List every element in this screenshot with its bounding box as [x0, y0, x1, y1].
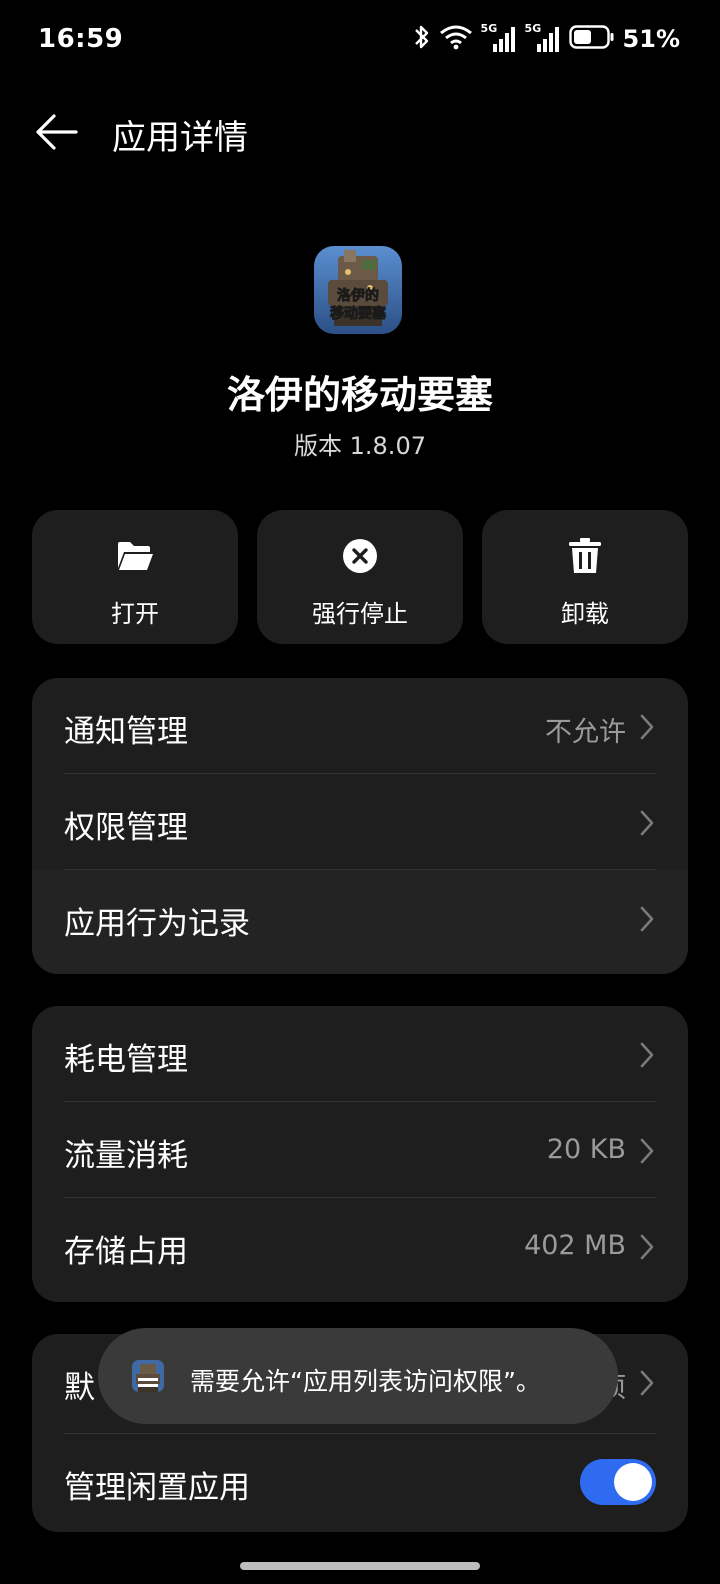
uninstall-button-label: 卸载 [561, 600, 609, 628]
action-buttons: 打开 强行停止 卸载 [32, 510, 688, 644]
home-indicator[interactable] [240, 1562, 480, 1570]
open-button-label: 打开 [111, 600, 159, 628]
row-label: 管理闲置应用 [64, 1470, 250, 1506]
app-bar: 应用详情 [0, 92, 720, 172]
toggle-knob [614, 1463, 652, 1501]
chevron-right-icon [640, 810, 654, 836]
wifi-icon [439, 24, 473, 54]
row-label: 存储占用 [64, 1234, 188, 1270]
settings-group-permissions: 通知管理 不允许 权限管理 应用行为记录 [32, 678, 688, 974]
close-circle-icon [340, 536, 380, 576]
storage-usage-row[interactable]: 存储占用 402 MB [32, 1198, 688, 1302]
row-value: 20 KB [546, 1134, 626, 1165]
app-name: 洛伊的移动要塞 [226, 373, 493, 417]
manage-idle-apps-toggle[interactable] [580, 1459, 656, 1505]
chevron-right-icon [640, 1138, 654, 1164]
row-label: 默 [64, 1370, 95, 1406]
status-icons: 5G 5G 51% [413, 22, 680, 56]
chevron-right-icon [640, 1370, 654, 1396]
bluetooth-icon [413, 23, 431, 55]
arrow-left-icon [36, 114, 78, 150]
chevron-right-icon [640, 1234, 654, 1260]
toast-text: 需要允许“应用列表访问权限”。 [190, 1367, 541, 1396]
app-behavior-record-row[interactable]: 应用行为记录 [32, 870, 688, 974]
app-version: 版本 1.8.07 [294, 432, 426, 460]
notification-management-row[interactable]: 通知管理 不允许 [32, 678, 688, 774]
data-usage-row[interactable]: 流量消耗 20 KB [32, 1102, 688, 1198]
status-bar: 16:59 5G 5G 51% [0, 0, 720, 80]
row-label: 通知管理 [64, 714, 188, 750]
manage-idle-apps-row: 管理闲置应用 [32, 1434, 688, 1532]
row-label: 应用行为记录 [64, 906, 250, 942]
back-button[interactable] [28, 104, 84, 160]
row-label: 流量消耗 [64, 1138, 188, 1174]
battery-percent: 51% [622, 25, 680, 53]
row-label: 耗电管理 [64, 1042, 188, 1078]
cellular-signal-icon: 5G [481, 22, 517, 54]
battery-icon [568, 24, 615, 54]
page-title: 应用详情 [112, 118, 248, 158]
chevron-right-icon [640, 906, 654, 932]
app-icon-title-line2: 移动要塞 [330, 305, 387, 322]
row-value: 402 MB [524, 1230, 626, 1261]
trash-icon [565, 536, 605, 576]
toast-message: 需要允许“应用列表访问权限”。 [98, 1328, 618, 1424]
open-button[interactable]: 打开 [32, 510, 238, 644]
row-value: 不允许 [545, 717, 626, 748]
folder-open-icon [115, 536, 155, 576]
row-label: 权限管理 [64, 810, 188, 846]
cellular-signal-icon: 5G [525, 22, 561, 54]
chevron-right-icon [640, 714, 654, 740]
power-management-row[interactable]: 耗电管理 [32, 1006, 688, 1102]
app-icon-title-line1: 洛伊的 [337, 287, 379, 304]
force-stop-button[interactable]: 强行停止 [257, 510, 463, 644]
app-icon [132, 1360, 164, 1392]
chevron-right-icon [640, 1042, 654, 1068]
uninstall-button[interactable]: 卸载 [482, 510, 688, 644]
status-time: 16:59 [38, 24, 124, 54]
force-stop-button-label: 强行停止 [312, 600, 408, 628]
settings-group-usage: 耗电管理 流量消耗 20 KB 存储占用 402 MB [32, 1006, 688, 1302]
permission-management-row[interactable]: 权限管理 [32, 774, 688, 870]
app-icon: 洛伊的 移动要塞 [314, 246, 402, 334]
